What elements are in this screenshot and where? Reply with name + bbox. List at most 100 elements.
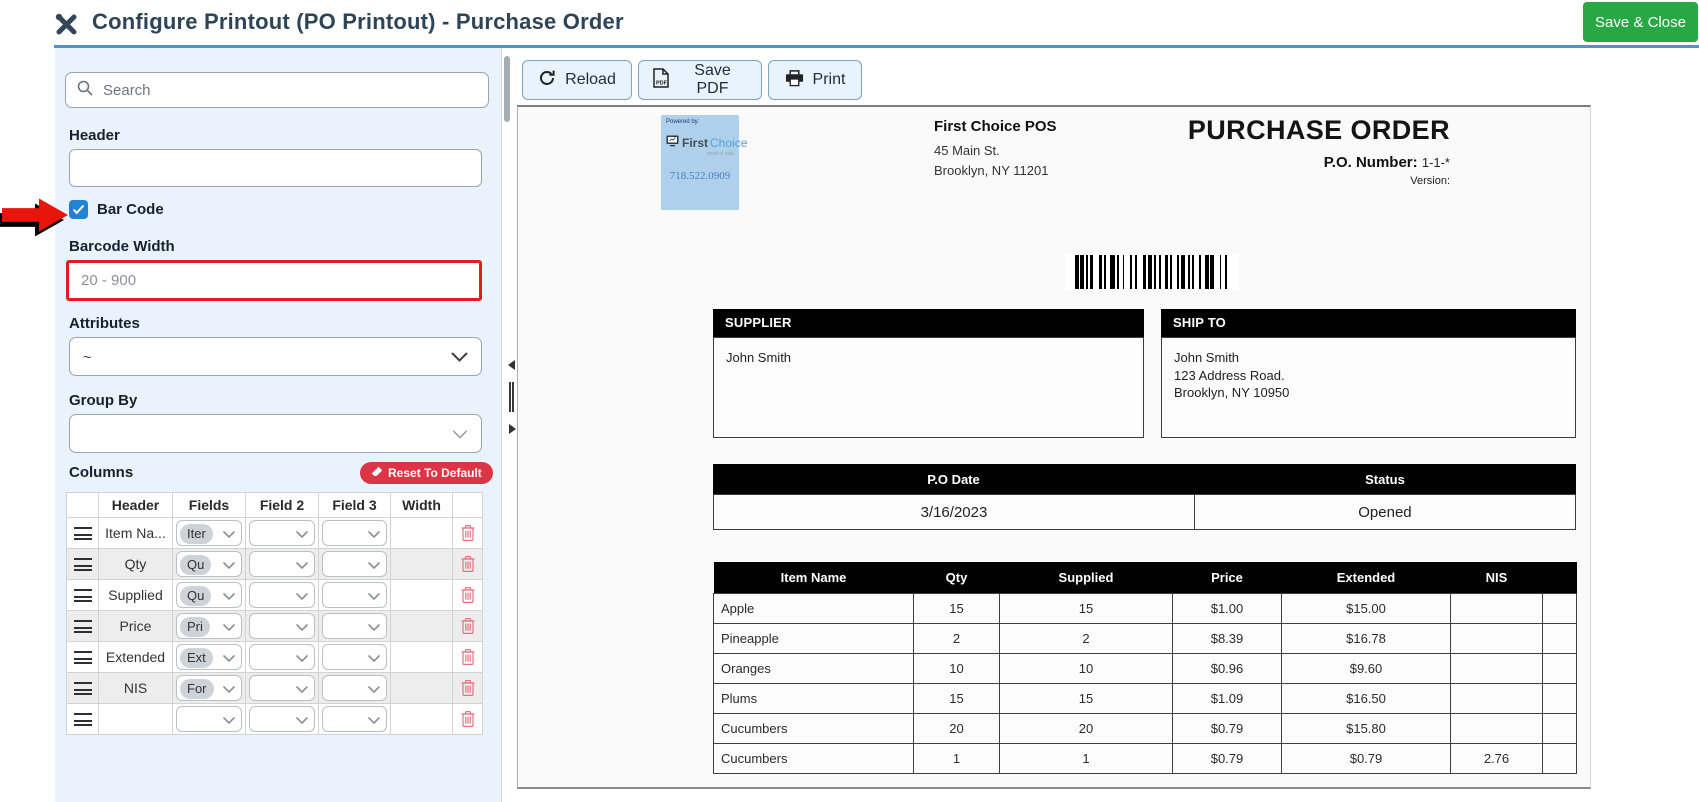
field3-select[interactable] bbox=[322, 520, 387, 546]
check-icon bbox=[72, 204, 85, 215]
monitor-icon bbox=[666, 135, 680, 150]
delete-row-button[interactable] bbox=[461, 709, 475, 730]
item-cell: 20 bbox=[1000, 713, 1173, 743]
item-cell: $15.00 bbox=[1282, 593, 1451, 623]
collapse-right-arrow-icon[interactable] bbox=[509, 424, 516, 434]
fields-select[interactable]: For bbox=[176, 675, 242, 701]
chevron-down-icon bbox=[223, 525, 235, 541]
item-cell: 10 bbox=[1000, 653, 1173, 683]
field2-select[interactable] bbox=[249, 551, 315, 577]
sidebar-scrollbar-thumb[interactable] bbox=[504, 56, 510, 122]
fields-select[interactable]: Ext bbox=[176, 644, 242, 670]
item-cell: 15 bbox=[914, 683, 1000, 713]
drag-handle-icon[interactable] bbox=[74, 651, 92, 664]
field3-select[interactable] bbox=[322, 706, 387, 732]
drag-handle-icon[interactable] bbox=[74, 620, 92, 633]
company-info: First Choice POS 45 Main St. Brooklyn, N… bbox=[934, 118, 1057, 181]
collapse-left-arrow-icon[interactable] bbox=[508, 360, 515, 370]
field3-select[interactable] bbox=[322, 644, 387, 670]
item-row: Oranges1010$0.96$9.60 bbox=[714, 653, 1577, 683]
items-table-header-cell: Item Name bbox=[714, 562, 914, 593]
column-header-cell: Supplied bbox=[99, 580, 173, 611]
chevron-down-icon bbox=[223, 680, 235, 696]
company-logo: Powered by: FirstChoice point of sale 71… bbox=[661, 115, 739, 210]
field2-select[interactable] bbox=[249, 675, 315, 701]
item-cell: 15 bbox=[914, 593, 1000, 623]
field3-select[interactable] bbox=[322, 613, 387, 639]
delete-row-button[interactable] bbox=[461, 585, 475, 606]
chevron-down-icon bbox=[452, 426, 468, 442]
drag-handle-icon[interactable] bbox=[74, 682, 92, 695]
drag-handle-icon[interactable] bbox=[74, 713, 92, 726]
chevron-down-icon bbox=[223, 587, 235, 603]
field2-select[interactable] bbox=[249, 613, 315, 639]
fields-select[interactable]: Pri bbox=[176, 613, 242, 639]
column-header-cell: NIS bbox=[99, 673, 173, 704]
delete-row-button[interactable] bbox=[461, 554, 475, 575]
header-field-input[interactable] bbox=[69, 149, 482, 187]
field2-select[interactable] bbox=[249, 582, 315, 608]
drag-handle-icon[interactable] bbox=[74, 527, 92, 540]
trash-icon bbox=[461, 618, 475, 634]
field3-select[interactable] bbox=[322, 675, 387, 701]
settings-sidebar: Header Bar Code Barcode Width Attributes… bbox=[55, 48, 502, 802]
supplier-line: John Smith bbox=[726, 349, 1131, 367]
reset-label: Reset To Default bbox=[388, 466, 482, 480]
item-cell bbox=[1543, 593, 1577, 623]
item-cell: Cucumbers bbox=[714, 743, 914, 773]
chevron-down-icon bbox=[296, 649, 308, 665]
chevron-down-icon bbox=[451, 349, 468, 365]
field3-select[interactable] bbox=[322, 551, 387, 577]
attributes-selected-value: ~ bbox=[83, 349, 91, 365]
bar-code-checkbox[interactable] bbox=[69, 200, 88, 219]
search-input[interactable] bbox=[101, 81, 477, 100]
save-pdf-button[interactable]: PDF Save PDF bbox=[638, 60, 762, 100]
fields-select[interactable]: Iter bbox=[176, 520, 242, 546]
printer-icon bbox=[785, 69, 804, 92]
drag-handle-icon[interactable] bbox=[74, 589, 92, 602]
field2-select[interactable] bbox=[249, 644, 315, 670]
trash-icon bbox=[461, 649, 475, 665]
chevron-down-icon bbox=[368, 711, 380, 727]
reset-to-default-button[interactable]: Reset To Default bbox=[360, 462, 493, 484]
attributes-select[interactable]: ~ bbox=[69, 337, 482, 376]
field3-select[interactable] bbox=[322, 582, 387, 608]
chevron-down-icon bbox=[368, 525, 380, 541]
items-table-header-cell bbox=[1543, 562, 1577, 593]
item-cell: Cucumbers bbox=[714, 713, 914, 743]
field2-select[interactable] bbox=[249, 706, 315, 732]
delete-row-button[interactable] bbox=[461, 616, 475, 637]
reload-button[interactable]: Reload bbox=[522, 60, 632, 100]
delete-row-button[interactable] bbox=[461, 523, 475, 544]
columns-table-body: Item Na...IterQtyQuSuppliedQuPricePriExt… bbox=[67, 518, 483, 735]
logo-phone: 718.522.0909 bbox=[666, 170, 734, 182]
print-label: Print bbox=[813, 71, 846, 89]
print-button[interactable]: Print bbox=[768, 60, 862, 100]
group-by-select[interactable] bbox=[69, 414, 482, 453]
fields-select[interactable] bbox=[176, 706, 242, 732]
barcode-width-input[interactable] bbox=[66, 260, 482, 301]
fields-select[interactable]: Qu bbox=[176, 551, 242, 577]
item-cell: 15 bbox=[1000, 593, 1173, 623]
po-info-value-cell: Opened bbox=[1194, 495, 1575, 529]
columns-table-header-cell: Fields bbox=[173, 493, 246, 518]
save-close-button[interactable]: Save & Close bbox=[1583, 2, 1698, 42]
columns-config-row: QtyQu bbox=[67, 549, 483, 580]
fields-select[interactable]: Qu bbox=[176, 582, 242, 608]
splitter-grip[interactable] bbox=[509, 382, 514, 412]
delete-row-button[interactable] bbox=[461, 647, 475, 668]
items-table-header-cell: Price bbox=[1173, 562, 1282, 593]
field-chip: Pri bbox=[180, 617, 210, 637]
field2-select[interactable] bbox=[249, 520, 315, 546]
po-info-value-cell: 3/16/2023 bbox=[714, 495, 1194, 529]
reset-icon bbox=[371, 466, 383, 480]
drag-handle-icon[interactable] bbox=[74, 558, 92, 571]
item-cell: Pineapple bbox=[714, 623, 914, 653]
chevron-down-icon bbox=[223, 649, 235, 665]
columns-label: Columns bbox=[69, 464, 133, 481]
company-name: First Choice POS bbox=[934, 118, 1057, 135]
width-cell bbox=[391, 518, 453, 549]
search-box[interactable] bbox=[65, 72, 489, 108]
delete-row-button[interactable] bbox=[461, 678, 475, 699]
item-cell bbox=[1451, 593, 1543, 623]
